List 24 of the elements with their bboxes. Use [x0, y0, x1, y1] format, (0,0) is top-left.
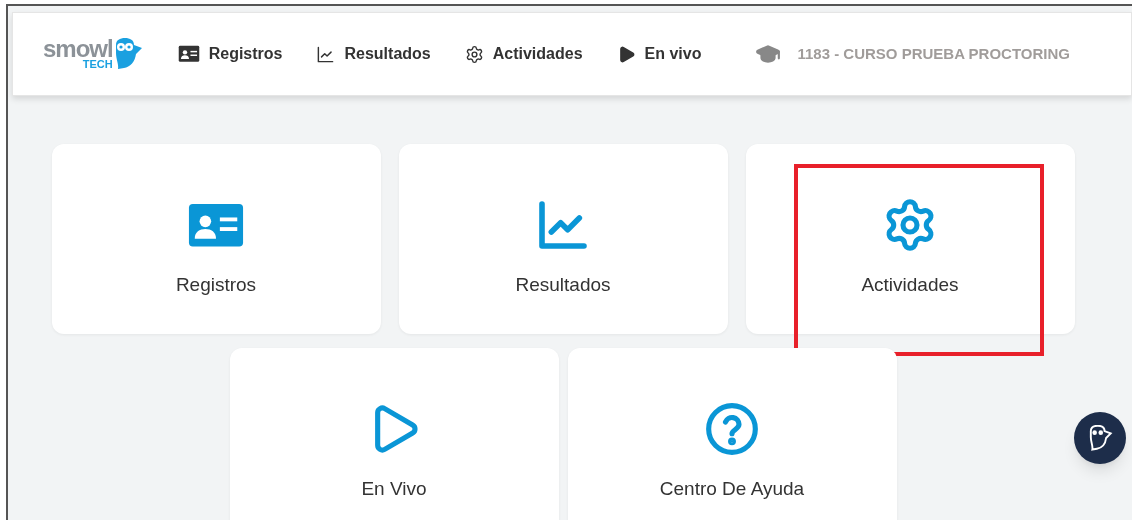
- id-card-icon: [187, 201, 245, 249]
- card-label: Resultados: [515, 273, 611, 297]
- id-card-icon: [177, 45, 200, 63]
- assistant-button[interactable]: [1074, 412, 1126, 464]
- menu-card[interactable]: En Vivo: [229, 348, 559, 520]
- nav-link[interactable]: Resultados: [316, 42, 431, 66]
- card-label: Registros: [175, 273, 257, 297]
- card-label: Actividades: [861, 273, 959, 297]
- card-label: Centro De Ayuda: [659, 477, 805, 501]
- card-label: En Vivo: [361, 477, 427, 501]
- logo-subtitle: TECH: [82, 59, 113, 70]
- course-name: 1183 - CURSO PRUEBA PROCTORING: [797, 43, 1070, 64]
- owl-icon: [1087, 425, 1113, 451]
- help-icon: [704, 401, 760, 457]
- nav-link[interactable]: En vivo: [616, 42, 702, 66]
- nav-link[interactable]: Registros: [177, 42, 283, 66]
- logo-wordmark: smowl: [43, 37, 113, 61]
- menu-card[interactable]: Resultados: [398, 144, 728, 334]
- line-chart-icon: [316, 44, 336, 64]
- nav-link[interactable]: Actividades: [464, 42, 583, 66]
- settings-icon: [464, 44, 484, 64]
- menu-card[interactable]: Actividades: [745, 144, 1075, 334]
- menu-card[interactable]: Centro De Ayuda: [567, 348, 897, 520]
- menu-card[interactable]: Registros: [51, 144, 381, 334]
